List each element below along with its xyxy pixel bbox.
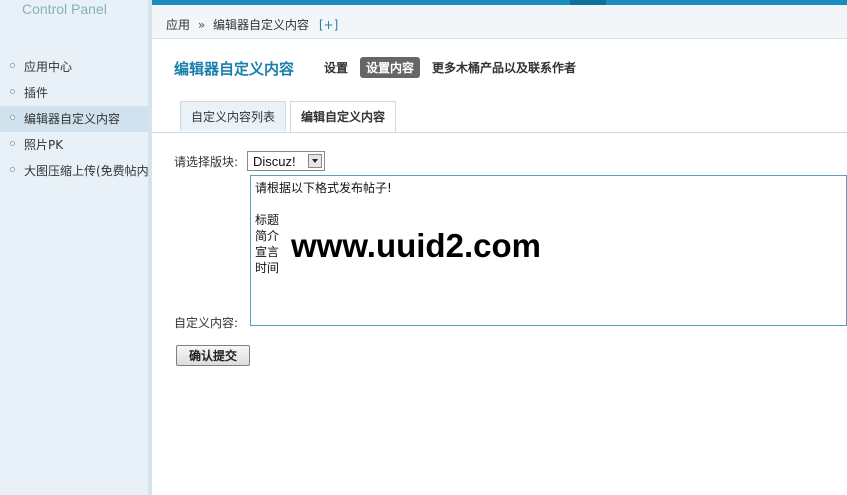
sidebar-item-image-compress-upload[interactable]: 大图压缩上传(免费帖内	[0, 158, 148, 184]
header-actions: 设置 设置内容 更多木桶产品以及联系作者	[320, 57, 580, 78]
sidebar-item-label: 照片PK	[24, 138, 64, 152]
watermark-text: www.uuid2.com	[291, 227, 541, 264]
tab-edit-custom-content[interactable]: 编辑自定义内容	[290, 101, 397, 132]
sidebar-item-label: 应用中心	[24, 60, 73, 74]
sidebar-nav: 应用中心 插件 编辑器自定义内容 照片PK 大图压缩上传(免费帖内	[0, 54, 148, 184]
breadcrumb-bar: 应用 » 编辑器自定义内容 [+]	[152, 5, 847, 39]
block-select-label: 请选择版块:	[174, 155, 239, 169]
block-select[interactable]: Discuz!	[247, 151, 325, 171]
custom-content-label: 自定义内容:	[174, 316, 239, 330]
sidebar-item-plugins[interactable]: 插件	[0, 80, 148, 106]
main-content: 编辑器自定义内容 设置 设置内容 更多木桶产品以及联系作者 自定义内容列表 编辑…	[152, 39, 847, 495]
settings-content-link[interactable]: 设置内容	[360, 57, 421, 78]
bullet-icon	[10, 115, 15, 120]
bullet-icon	[10, 141, 15, 146]
more-products-link[interactable]: 更多木桶产品以及联系作者	[428, 57, 580, 78]
editor-line: 宣言	[255, 245, 280, 259]
watermark-overlay: www.uuid2.com	[279, 207, 569, 289]
editor-line: 标题	[255, 213, 280, 227]
block-select-value: Discuz!	[253, 154, 296, 169]
editor-line: 简介	[255, 229, 280, 243]
sidebar-item-label: 插件	[24, 86, 49, 100]
sidebar-item-label: 编辑器自定义内容	[24, 112, 121, 126]
bullet-icon	[10, 63, 15, 68]
tab-custom-content-list[interactable]: 自定义内容列表	[180, 101, 287, 131]
custom-content-editor[interactable]: 请根据以下格式发布帖子! 标题 简介 宣言 时间 www.uuid2.com	[250, 175, 847, 326]
editor-line: 请根据以下格式发布帖子!	[255, 181, 392, 195]
breadcrumb-root[interactable]: 应用	[166, 18, 190, 32]
sidebar: Control Panel 应用中心 插件 编辑器自定义内容 照片PK 大图压缩…	[0, 0, 152, 495]
page-title: 编辑器自定义内容	[174, 60, 295, 78]
breadcrumb-current: 编辑器自定义内容	[213, 18, 310, 32]
breadcrumb: 应用 » 编辑器自定义内容 [+]	[166, 16, 338, 33]
chevron-down-icon[interactable]	[308, 154, 322, 168]
sidebar-item-editor-custom-content[interactable]: 编辑器自定义内容	[0, 106, 148, 132]
sidebar-item-photo-pk[interactable]: 照片PK	[0, 132, 148, 158]
tab-divider	[152, 132, 847, 133]
bullet-icon	[10, 89, 15, 94]
tab-bar: 自定义内容列表 编辑自定义内容	[180, 101, 397, 132]
bullet-icon	[10, 167, 15, 172]
editor-line: 时间	[255, 261, 280, 275]
submit-button[interactable]: 确认提交	[176, 345, 250, 366]
control-panel-logo: Control Panel	[22, 1, 107, 17]
sidebar-item-label: 大图压缩上传(免费帖内	[24, 164, 148, 178]
settings-link[interactable]: 设置	[320, 57, 352, 78]
add-shortcut-button[interactable]: [+]	[319, 18, 338, 32]
breadcrumb-separator: »	[197, 18, 206, 32]
sidebar-item-app-center[interactable]: 应用中心	[0, 54, 148, 80]
